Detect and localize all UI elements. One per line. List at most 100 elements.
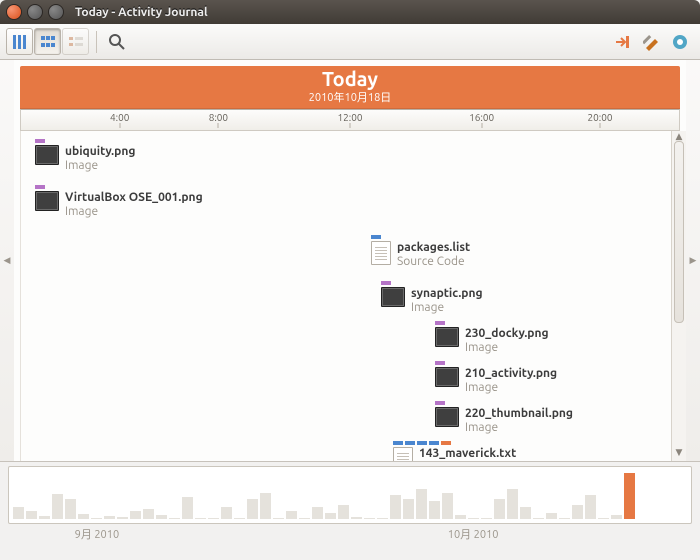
day-header: Today 2010年10月18日 [20, 66, 680, 109]
time-tick: 12:00 [337, 112, 362, 123]
pin-last-icon [615, 35, 633, 49]
columns-single-icon [12, 34, 28, 50]
activity-item[interactable]: ubiquity.pngImage [35, 145, 135, 173]
histogram-bar[interactable] [520, 507, 531, 519]
toolbar-separator [96, 31, 97, 53]
histogram-bar[interactable] [130, 511, 141, 519]
histogram-bar[interactable] [247, 499, 258, 519]
histogram-bar[interactable] [598, 518, 609, 519]
activity-item[interactable]: packages.listSource Code [371, 241, 470, 269]
histogram-bar[interactable] [364, 518, 375, 519]
histogram-bar[interactable] [156, 515, 167, 519]
page-next-button[interactable]: ▶ [686, 60, 700, 461]
view-multi-button[interactable] [34, 28, 61, 55]
histogram-bar[interactable] [325, 513, 336, 519]
scroll-down-icon[interactable]: ▼ [672, 447, 686, 461]
histogram-bar[interactable] [494, 499, 505, 519]
histogram-bar[interactable] [286, 511, 297, 519]
image-file-icon [35, 191, 59, 211]
activity-type: Image [65, 159, 135, 173]
month-label: 10月 2010 [448, 526, 499, 542]
histogram-bar[interactable] [65, 499, 76, 519]
histogram-bar[interactable] [39, 516, 50, 519]
view-single-button[interactable] [6, 28, 33, 55]
activity-item[interactable]: 230_docky.pngImage [435, 327, 549, 355]
search-button[interactable] [103, 28, 130, 55]
histogram-bar[interactable] [377, 518, 388, 519]
histogram-bar[interactable] [338, 505, 349, 519]
histogram-bar[interactable] [26, 511, 37, 519]
month-label: 9月 2010 [75, 526, 120, 542]
image-file-icon [435, 327, 459, 347]
activity-name: 230_docky.png [465, 327, 549, 341]
histogram-bar[interactable] [468, 518, 479, 519]
histogram-bar[interactable] [195, 518, 206, 519]
tools-icon [643, 33, 661, 51]
image-file-icon [435, 367, 459, 387]
histogram-bar[interactable] [221, 507, 232, 519]
view-list-button[interactable] [62, 28, 89, 55]
histogram-bar[interactable] [104, 516, 115, 519]
histogram-bar[interactable] [351, 517, 362, 519]
activity-badge [435, 401, 445, 405]
histogram-bar[interactable] [481, 518, 492, 519]
histogram-bar[interactable] [182, 497, 193, 519]
histogram-bar[interactable] [416, 489, 427, 519]
histogram-bar[interactable] [585, 495, 596, 519]
activity-item[interactable]: 210_activity.pngImage [435, 367, 557, 395]
help-button[interactable] [666, 28, 693, 55]
toolbar [0, 24, 700, 60]
histogram-bar[interactable] [13, 507, 24, 519]
histogram-bar[interactable] [91, 518, 102, 519]
image-file-icon [435, 407, 459, 427]
preferences-button[interactable] [638, 28, 665, 55]
histogram-bar[interactable] [390, 495, 401, 519]
histogram-bar[interactable] [260, 493, 271, 519]
histogram-bar[interactable] [455, 515, 466, 519]
day-subtitle: 2010年10月18日 [20, 89, 680, 105]
time-tick: 16:00 [469, 112, 494, 123]
activity-badge [405, 441, 415, 445]
activity-item[interactable]: 220_thumbnail.pngImage [435, 407, 573, 435]
activity-badge [35, 185, 45, 189]
activity-name: 210_activity.png [465, 367, 557, 381]
histogram-bar[interactable] [312, 507, 323, 519]
histogram-bar[interactable] [533, 518, 544, 519]
activity-type: Image [65, 205, 203, 219]
calendar-histogram[interactable] [8, 466, 692, 524]
histogram-bar[interactable] [52, 494, 63, 519]
histogram-bar[interactable] [273, 518, 284, 519]
histogram-bar[interactable] [143, 509, 154, 519]
histogram-bar[interactable] [117, 517, 128, 519]
pin-button[interactable] [610, 28, 637, 55]
histogram-bar[interactable] [299, 518, 310, 519]
vertical-scrollbar[interactable]: ▲ ▼ [671, 131, 686, 461]
time-tick: 4:00 [110, 112, 129, 123]
histogram-bar[interactable] [208, 518, 219, 519]
window-close-button[interactable] [6, 4, 22, 20]
histogram-bar[interactable] [403, 499, 414, 519]
activity-item[interactable]: VirtualBox OSE_001.pngImage [35, 191, 203, 219]
histogram-bar[interactable] [559, 518, 570, 519]
scrollbar-thumb[interactable] [674, 141, 684, 323]
histogram-bar[interactable] [78, 514, 89, 519]
search-icon [108, 33, 126, 51]
histogram-bar[interactable] [546, 513, 557, 519]
histogram-bar[interactable] [572, 505, 583, 519]
page-prev-button[interactable]: ◀ [0, 60, 14, 461]
time-tick: 20:00 [588, 112, 613, 123]
histogram-bar[interactable] [429, 501, 440, 519]
histogram-bar[interactable] [507, 489, 518, 519]
activity-item[interactable]: synaptic.pngImage [381, 287, 483, 315]
histogram-bar[interactable] [234, 518, 245, 519]
histogram-bar[interactable] [442, 493, 453, 519]
histogram-bar[interactable] [624, 473, 635, 519]
activity-type: Image [465, 341, 549, 355]
timeline-content[interactable]: ubiquity.pngImage VirtualBox OSE_001.pngI… [20, 131, 671, 461]
activity-type: Image [411, 301, 483, 315]
histogram-bar[interactable] [611, 515, 622, 519]
window-maximize-button[interactable] [48, 4, 64, 20]
window-minimize-button[interactable] [27, 4, 43, 20]
activity-item[interactable]: 143_maverick.txtDocument [393, 447, 516, 461]
histogram-bar[interactable] [169, 518, 180, 519]
